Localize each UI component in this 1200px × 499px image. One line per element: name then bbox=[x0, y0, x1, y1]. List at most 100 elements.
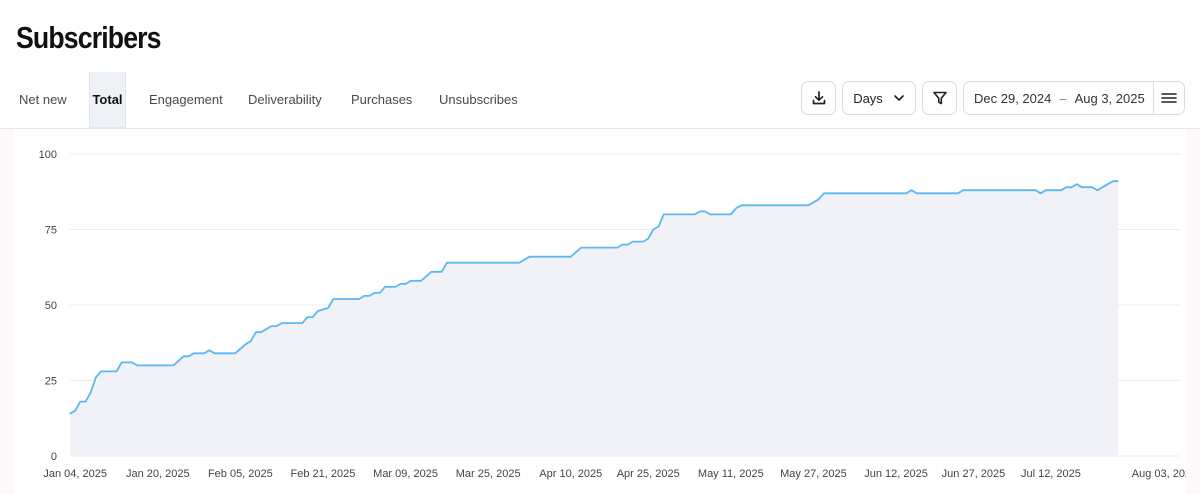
data-point bbox=[910, 189, 913, 191]
download-button[interactable] bbox=[801, 81, 836, 115]
data-point bbox=[374, 292, 376, 294]
data-point bbox=[528, 256, 531, 258]
data-point bbox=[957, 192, 959, 194]
x-tick-label: Apr 10, 2025 bbox=[539, 468, 602, 480]
interval-label: Days bbox=[853, 90, 883, 106]
date-end: Aug 3, 2025 bbox=[1074, 90, 1145, 106]
y-tick-label: 75 bbox=[45, 225, 57, 237]
data-point bbox=[663, 213, 665, 215]
data-point bbox=[905, 192, 908, 194]
x-tick-label: May 27, 2025 bbox=[780, 468, 847, 480]
data-point bbox=[735, 207, 737, 209]
data-point bbox=[1091, 186, 1093, 188]
y-tick-label: 100 bbox=[39, 149, 57, 161]
data-point bbox=[250, 340, 252, 342]
data-point bbox=[255, 331, 257, 333]
data-point bbox=[270, 325, 272, 327]
tab-deliverability[interactable]: Deliverability bbox=[248, 72, 322, 128]
data-point bbox=[658, 225, 660, 228]
data-point bbox=[172, 364, 174, 366]
data-point bbox=[647, 238, 649, 240]
x-tick-label: Feb 21, 2025 bbox=[291, 468, 356, 480]
y-tick-label: 50 bbox=[45, 300, 57, 312]
y-tick-label: 25 bbox=[45, 376, 57, 388]
data-point bbox=[384, 286, 386, 288]
data-point bbox=[317, 310, 319, 312]
tab-total[interactable]: Total bbox=[89, 72, 126, 129]
data-point bbox=[69, 413, 71, 415]
data-point bbox=[518, 262, 520, 264]
data-point bbox=[1107, 183, 1109, 185]
data-point bbox=[1117, 180, 1119, 182]
data-point bbox=[281, 322, 283, 324]
data-point bbox=[616, 247, 618, 249]
data-point bbox=[410, 280, 412, 282]
x-tick-label: Feb 05, 2025 bbox=[208, 468, 273, 480]
chart-panel: 0 25 50 75 100 Jan 04, 2025 Jan 20, 2025 Feb 0… bbox=[0, 129, 1200, 494]
data-point bbox=[363, 295, 365, 297]
data-point bbox=[260, 331, 262, 333]
data-point bbox=[84, 401, 87, 403]
tab-purchases[interactable]: Purchases bbox=[351, 72, 412, 128]
filter-button[interactable] bbox=[922, 81, 957, 115]
data-point bbox=[327, 307, 329, 309]
data-point bbox=[188, 355, 190, 357]
page-title: Subscribers bbox=[16, 20, 162, 55]
data-point bbox=[1034, 189, 1036, 191]
y-tick-label: 0 bbox=[51, 451, 57, 463]
date-menu-button[interactable] bbox=[1153, 82, 1184, 114]
data-point bbox=[740, 204, 742, 206]
data-point bbox=[234, 352, 236, 354]
data-point bbox=[90, 392, 92, 394]
data-point bbox=[275, 325, 278, 327]
data-point bbox=[632, 241, 634, 243]
data-point bbox=[121, 361, 123, 363]
data-point bbox=[312, 316, 314, 318]
data-point bbox=[208, 349, 210, 351]
data-point bbox=[1112, 180, 1114, 182]
data-point bbox=[1065, 186, 1067, 188]
data-point bbox=[131, 361, 133, 363]
data-point bbox=[420, 280, 422, 282]
data-point bbox=[962, 189, 964, 191]
data-point bbox=[368, 295, 370, 297]
data-point bbox=[627, 244, 629, 246]
data-point bbox=[642, 241, 644, 243]
data-point bbox=[580, 247, 582, 249]
data-point bbox=[1081, 186, 1083, 188]
date-range-picker[interactable]: Dec 29, 2024 – Aug 3, 2025 bbox=[963, 81, 1185, 115]
data-point bbox=[379, 292, 381, 294]
data-point bbox=[100, 370, 102, 372]
date-separator: – bbox=[1059, 90, 1067, 106]
data-point bbox=[95, 376, 97, 379]
data-point bbox=[306, 316, 309, 318]
data-point bbox=[136, 364, 138, 366]
data-point bbox=[74, 410, 76, 412]
data-point bbox=[203, 352, 205, 354]
data-point bbox=[214, 352, 216, 354]
data-point bbox=[1045, 189, 1047, 191]
interval-select[interactable]: Days bbox=[842, 81, 916, 115]
data-point bbox=[441, 271, 443, 273]
data-point bbox=[704, 210, 706, 212]
data-point bbox=[115, 370, 118, 372]
data-point bbox=[1076, 183, 1078, 185]
tab-net-new[interactable]: Net new bbox=[19, 72, 67, 128]
data-point bbox=[405, 283, 407, 285]
data-point bbox=[807, 204, 809, 206]
data-point bbox=[430, 271, 432, 273]
tab-engagement[interactable]: Engagement bbox=[149, 72, 223, 128]
data-point bbox=[694, 213, 696, 215]
chevron-down-icon bbox=[893, 95, 904, 101]
data-point bbox=[193, 352, 195, 354]
data-point bbox=[818, 198, 820, 200]
x-tick-label: Mar 09, 2025 bbox=[373, 468, 438, 480]
tab-unsubscribes[interactable]: Unsubscribes bbox=[439, 72, 518, 128]
x-tick-label: May 11, 2025 bbox=[698, 468, 764, 480]
data-point bbox=[1040, 192, 1042, 194]
x-tick-label: Jan 20, 2025 bbox=[126, 468, 190, 480]
data-point bbox=[916, 192, 918, 194]
date-start: Dec 29, 2024 bbox=[974, 90, 1052, 106]
x-tick-label: Jul 12, 2025 bbox=[1021, 468, 1081, 480]
hamburger-menu-icon bbox=[1161, 93, 1177, 103]
